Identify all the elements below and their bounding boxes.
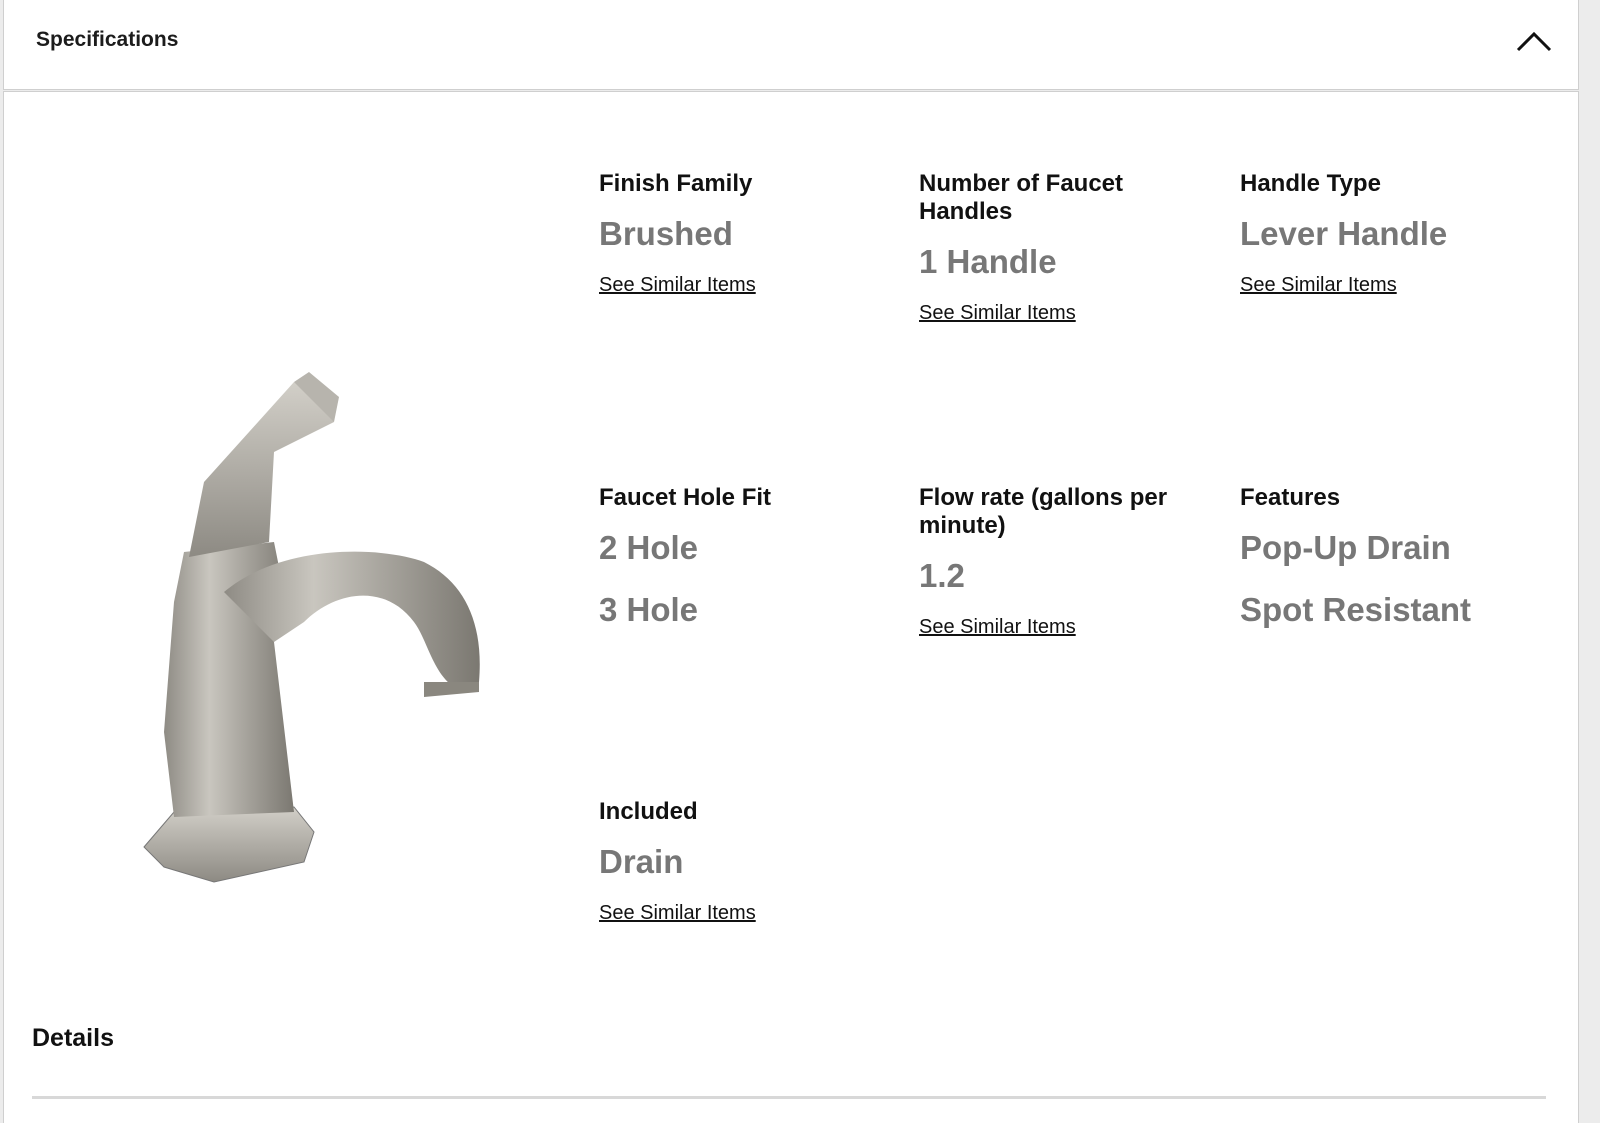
details-row-value-partial — [820, 1114, 1020, 1123]
spec-value: Spot Resistant — [1240, 591, 1472, 628]
see-similar-items-link[interactable]: See Similar Items — [1240, 274, 1397, 297]
see-similar-items-link[interactable]: See Similar Items — [599, 274, 756, 297]
details-row-label-partial — [66, 1114, 266, 1123]
spec-label: Faucet Hole Fit — [599, 484, 772, 511]
spec-value: 1 Handle — [919, 243, 1057, 280]
details-heading: Details — [32, 1024, 114, 1052]
specifications-header[interactable]: Specifications — [3, 0, 1579, 90]
see-similar-items-link[interactable]: See Similar Items — [919, 302, 1076, 325]
panel-title: Specifications — [36, 28, 179, 51]
spec-value: 1.2 — [919, 557, 965, 594]
spec-handle-type: Handle Type Lever Handle See Similar Ite… — [1240, 170, 1540, 297]
spec-value: Brushed — [599, 215, 733, 252]
spec-faucet-hole-fit: Faucet Hole Fit 2 Hole 3 Hole — [599, 484, 899, 630]
chevron-up-icon[interactable] — [1514, 26, 1554, 56]
spec-value: Lever Handle — [1240, 215, 1448, 252]
spec-flow-rate: Flow rate (gallons per minute) 1.2 See S… — [919, 484, 1189, 639]
spec-label: Handle Type — [1240, 170, 1381, 197]
spec-features: Features Pop-Up Drain Spot Resistant — [1240, 484, 1540, 630]
product-image — [143, 372, 480, 883]
spec-value: 2 Hole — [599, 529, 699, 566]
spec-number-of-faucet-handles: Number of Faucet Handles 1 Handle See Si… — [919, 170, 1189, 325]
see-similar-items-link[interactable]: See Similar Items — [919, 616, 1076, 639]
divider — [32, 1096, 1546, 1099]
see-similar-items-link[interactable]: See Similar Items — [599, 902, 756, 925]
spec-label: Included — [599, 798, 698, 825]
spec-value: 3 Hole — [599, 591, 699, 628]
spec-value: Drain — [599, 843, 684, 880]
spec-label: Flow rate (gallons per minute) — [919, 484, 1168, 539]
spec-included: Included Drain See Similar Items — [599, 798, 899, 925]
spec-value: Pop-Up Drain — [1240, 529, 1451, 566]
spec-label: Features — [1240, 484, 1341, 511]
spec-finish-family: Finish Family Brushed See Similar Items — [599, 170, 899, 297]
spec-label: Finish Family — [599, 170, 753, 197]
specifications-body: Finish Family Brushed See Similar Items … — [3, 91, 1579, 1123]
spec-label: Number of Faucet Handles — [919, 170, 1124, 225]
